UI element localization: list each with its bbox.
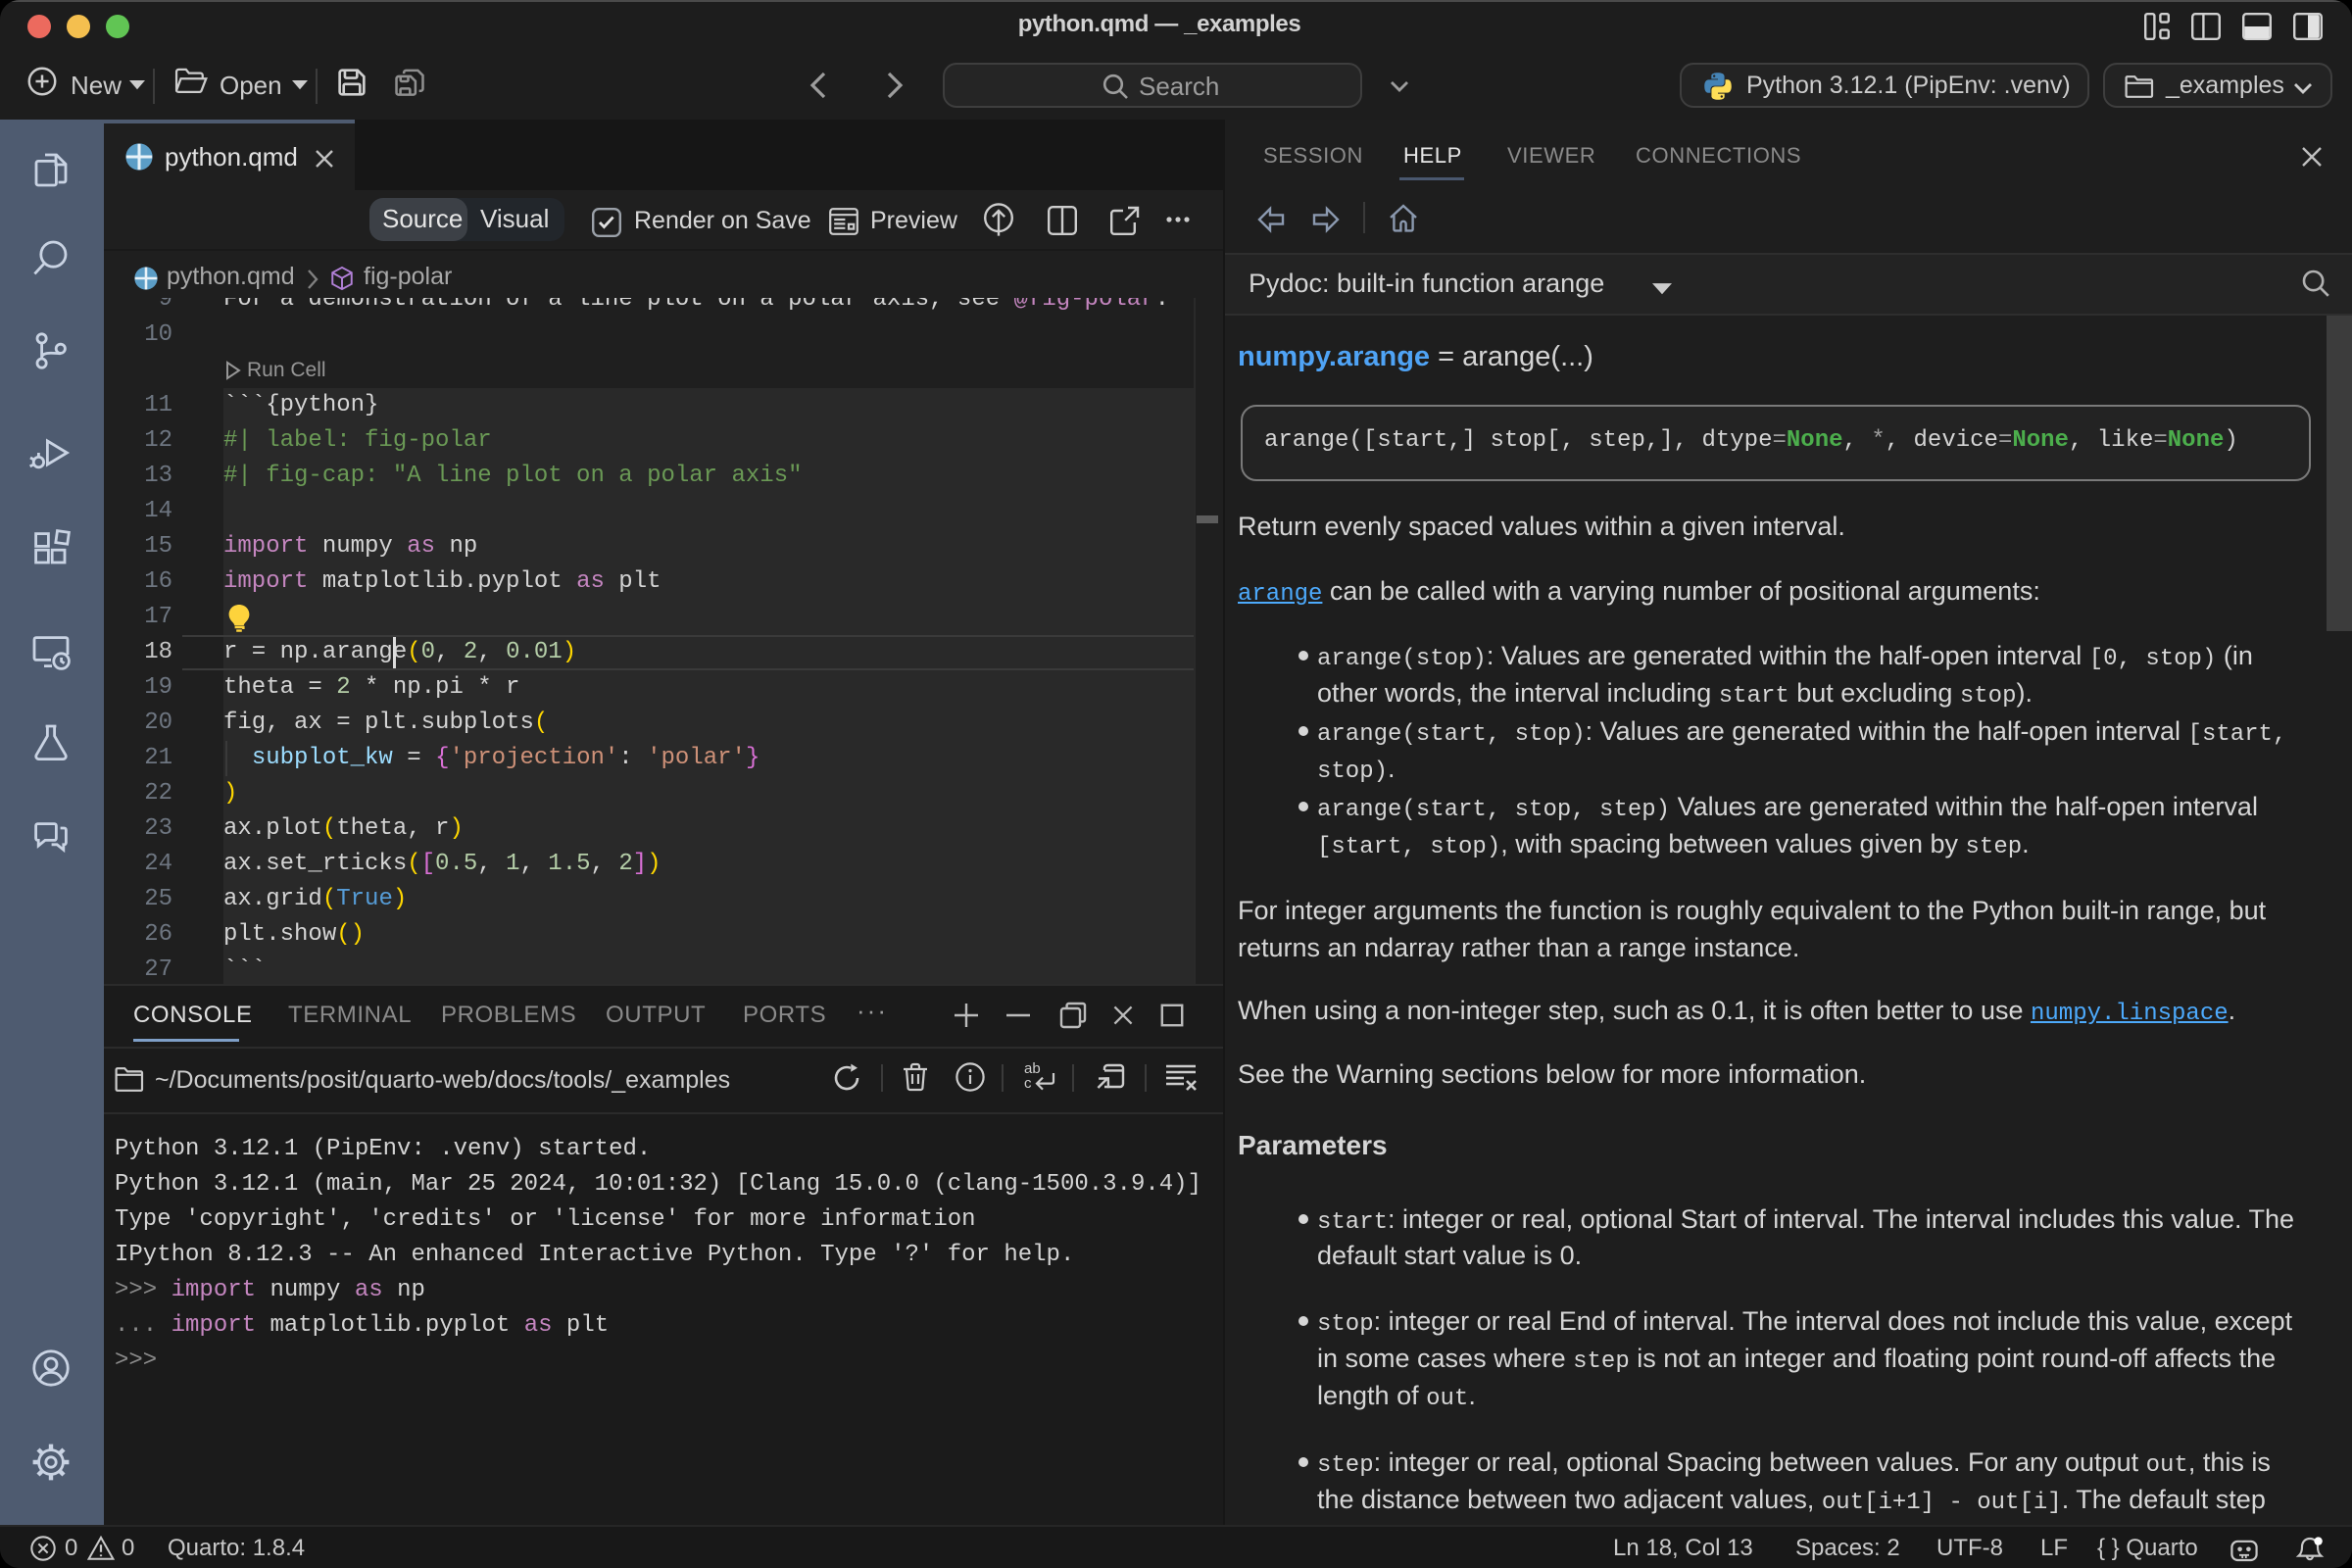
svg-text:c: c xyxy=(1024,1075,1032,1092)
